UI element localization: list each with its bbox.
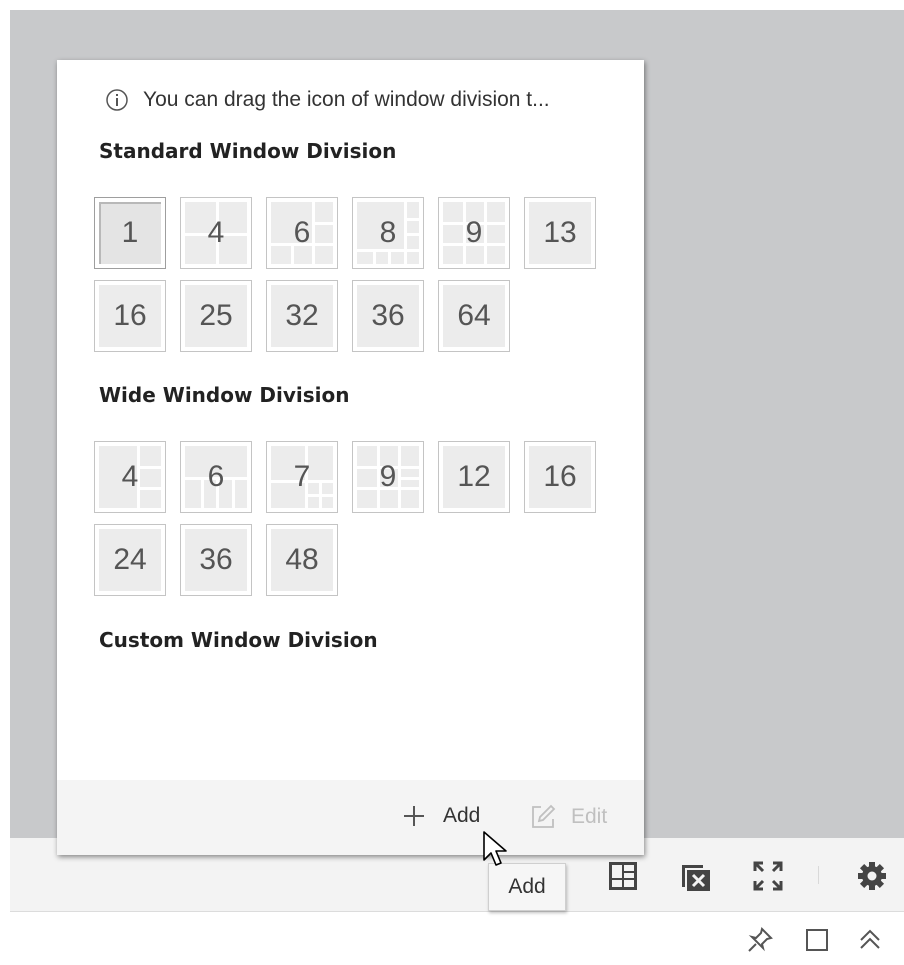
standard-division-32[interactable]: 32 bbox=[266, 280, 338, 352]
standard-division-title: Standard Window Division bbox=[99, 139, 397, 163]
division-count-label: 32 bbox=[285, 299, 319, 332]
window-division-popup: You can drag the icon of window division… bbox=[57, 60, 644, 855]
division-thumbnail: 4 bbox=[185, 202, 247, 264]
wide-division-48[interactable]: 48 bbox=[266, 524, 338, 596]
division-thumbnail: 4 bbox=[99, 446, 161, 508]
division-thumbnail: 9 bbox=[357, 446, 419, 508]
division-count-label: 7 bbox=[293, 460, 311, 493]
division-thumbnail: 12 bbox=[443, 446, 505, 508]
division-count-label: 16 bbox=[113, 299, 147, 332]
division-count-label: 64 bbox=[457, 299, 491, 332]
standard-division-1[interactable]: 1 bbox=[94, 197, 166, 269]
division-thumbnail: 8 bbox=[357, 202, 419, 264]
division-count-label: 13 bbox=[543, 216, 577, 249]
standard-division-16[interactable]: 16 bbox=[94, 280, 166, 352]
division-count-label: 4 bbox=[207, 216, 225, 249]
popup-footer: Add Edit bbox=[57, 780, 644, 855]
fullscreen-icon[interactable] bbox=[750, 858, 786, 894]
wide-division-title: Wide Window Division bbox=[99, 383, 350, 407]
toolbar-separator bbox=[818, 866, 819, 884]
standard-division-8[interactable]: 8 bbox=[352, 197, 424, 269]
wide-division-16[interactable]: 16 bbox=[524, 441, 596, 513]
division-count-label: 12 bbox=[457, 460, 491, 493]
division-thumbnail: 7 bbox=[271, 446, 333, 508]
division-count-label: 16 bbox=[543, 460, 577, 493]
division-count-label: 25 bbox=[199, 299, 233, 332]
close-all-windows-icon[interactable] bbox=[678, 858, 714, 894]
division-thumbnail: 13 bbox=[529, 202, 591, 264]
division-thumbnail: 6 bbox=[185, 446, 247, 508]
division-count-label: 9 bbox=[379, 460, 397, 493]
division-count-label: 6 bbox=[207, 460, 225, 493]
wide-division-24[interactable]: 24 bbox=[94, 524, 166, 596]
info-hint: You can drag the icon of window division… bbox=[105, 88, 550, 112]
pin-icon[interactable] bbox=[745, 925, 775, 955]
division-thumbnail: 24 bbox=[99, 529, 161, 591]
division-count-label: 1 bbox=[121, 216, 139, 249]
edit-button-label: Edit bbox=[571, 805, 608, 828]
wide-division-12[interactable]: 12 bbox=[438, 441, 510, 513]
standard-division-13[interactable]: 13 bbox=[524, 197, 596, 269]
standard-division-36[interactable]: 36 bbox=[352, 280, 424, 352]
division-count-label: 48 bbox=[285, 543, 319, 576]
custom-division-title: Custom Window Division bbox=[99, 628, 378, 652]
wide-division-36[interactable]: 36 bbox=[180, 524, 252, 596]
division-count-label: 6 bbox=[293, 216, 311, 249]
division-thumbnail: 32 bbox=[271, 285, 333, 347]
standard-division-25[interactable]: 25 bbox=[180, 280, 252, 352]
division-thumbnail: 16 bbox=[529, 446, 591, 508]
collapse-up-icon[interactable] bbox=[855, 925, 885, 955]
division-thumbnail: 6 bbox=[271, 202, 333, 264]
info-icon bbox=[106, 89, 128, 111]
info-text: You can drag the icon of window division… bbox=[143, 88, 550, 111]
division-thumbnail: 16 bbox=[99, 285, 161, 347]
standard-division-grid: 1 4 6 8 9 13 16 25 32 36 64 bbox=[94, 197, 596, 352]
division-thumbnail: 1 bbox=[99, 202, 161, 264]
division-count-label: 36 bbox=[371, 299, 405, 332]
bottom-bar bbox=[10, 913, 904, 965]
division-thumbnail: 9 bbox=[443, 202, 505, 264]
add-button-label: Add bbox=[443, 804, 481, 827]
wide-division-4[interactable]: 4 bbox=[94, 441, 166, 513]
maximize-icon[interactable] bbox=[802, 925, 832, 955]
window-division-icon[interactable] bbox=[605, 858, 641, 894]
plus-icon bbox=[404, 806, 424, 826]
division-thumbnail: 36 bbox=[185, 529, 247, 591]
standard-division-4[interactable]: 4 bbox=[180, 197, 252, 269]
add-button[interactable]: Add bbox=[402, 804, 480, 828]
settings-gear-icon[interactable] bbox=[854, 858, 890, 894]
edit-icon bbox=[532, 804, 556, 828]
division-count-label: 8 bbox=[379, 216, 397, 249]
mouse-cursor-icon bbox=[482, 830, 510, 874]
division-thumbnail: 64 bbox=[443, 285, 505, 347]
division-thumbnail: 36 bbox=[357, 285, 419, 347]
client-window: You can drag the icon of window division… bbox=[0, 0, 904, 965]
division-thumbnail: 48 bbox=[271, 529, 333, 591]
standard-division-6[interactable]: 6 bbox=[266, 197, 338, 269]
wide-division-grid: 4 6 7 9 12 16 24 36 48 bbox=[94, 441, 596, 596]
division-thumbnail: 25 bbox=[185, 285, 247, 347]
division-count-label: 36 bbox=[199, 543, 233, 576]
division-count-label: 24 bbox=[113, 543, 147, 576]
division-count-label: 9 bbox=[465, 216, 483, 249]
wide-division-9[interactable]: 9 bbox=[352, 441, 424, 513]
division-count-label: 4 bbox=[121, 460, 139, 493]
wide-division-7[interactable]: 7 bbox=[266, 441, 338, 513]
edit-button[interactable]: Edit bbox=[530, 804, 607, 830]
wide-division-6[interactable]: 6 bbox=[180, 441, 252, 513]
standard-division-9[interactable]: 9 bbox=[438, 197, 510, 269]
standard-division-64[interactable]: 64 bbox=[438, 280, 510, 352]
